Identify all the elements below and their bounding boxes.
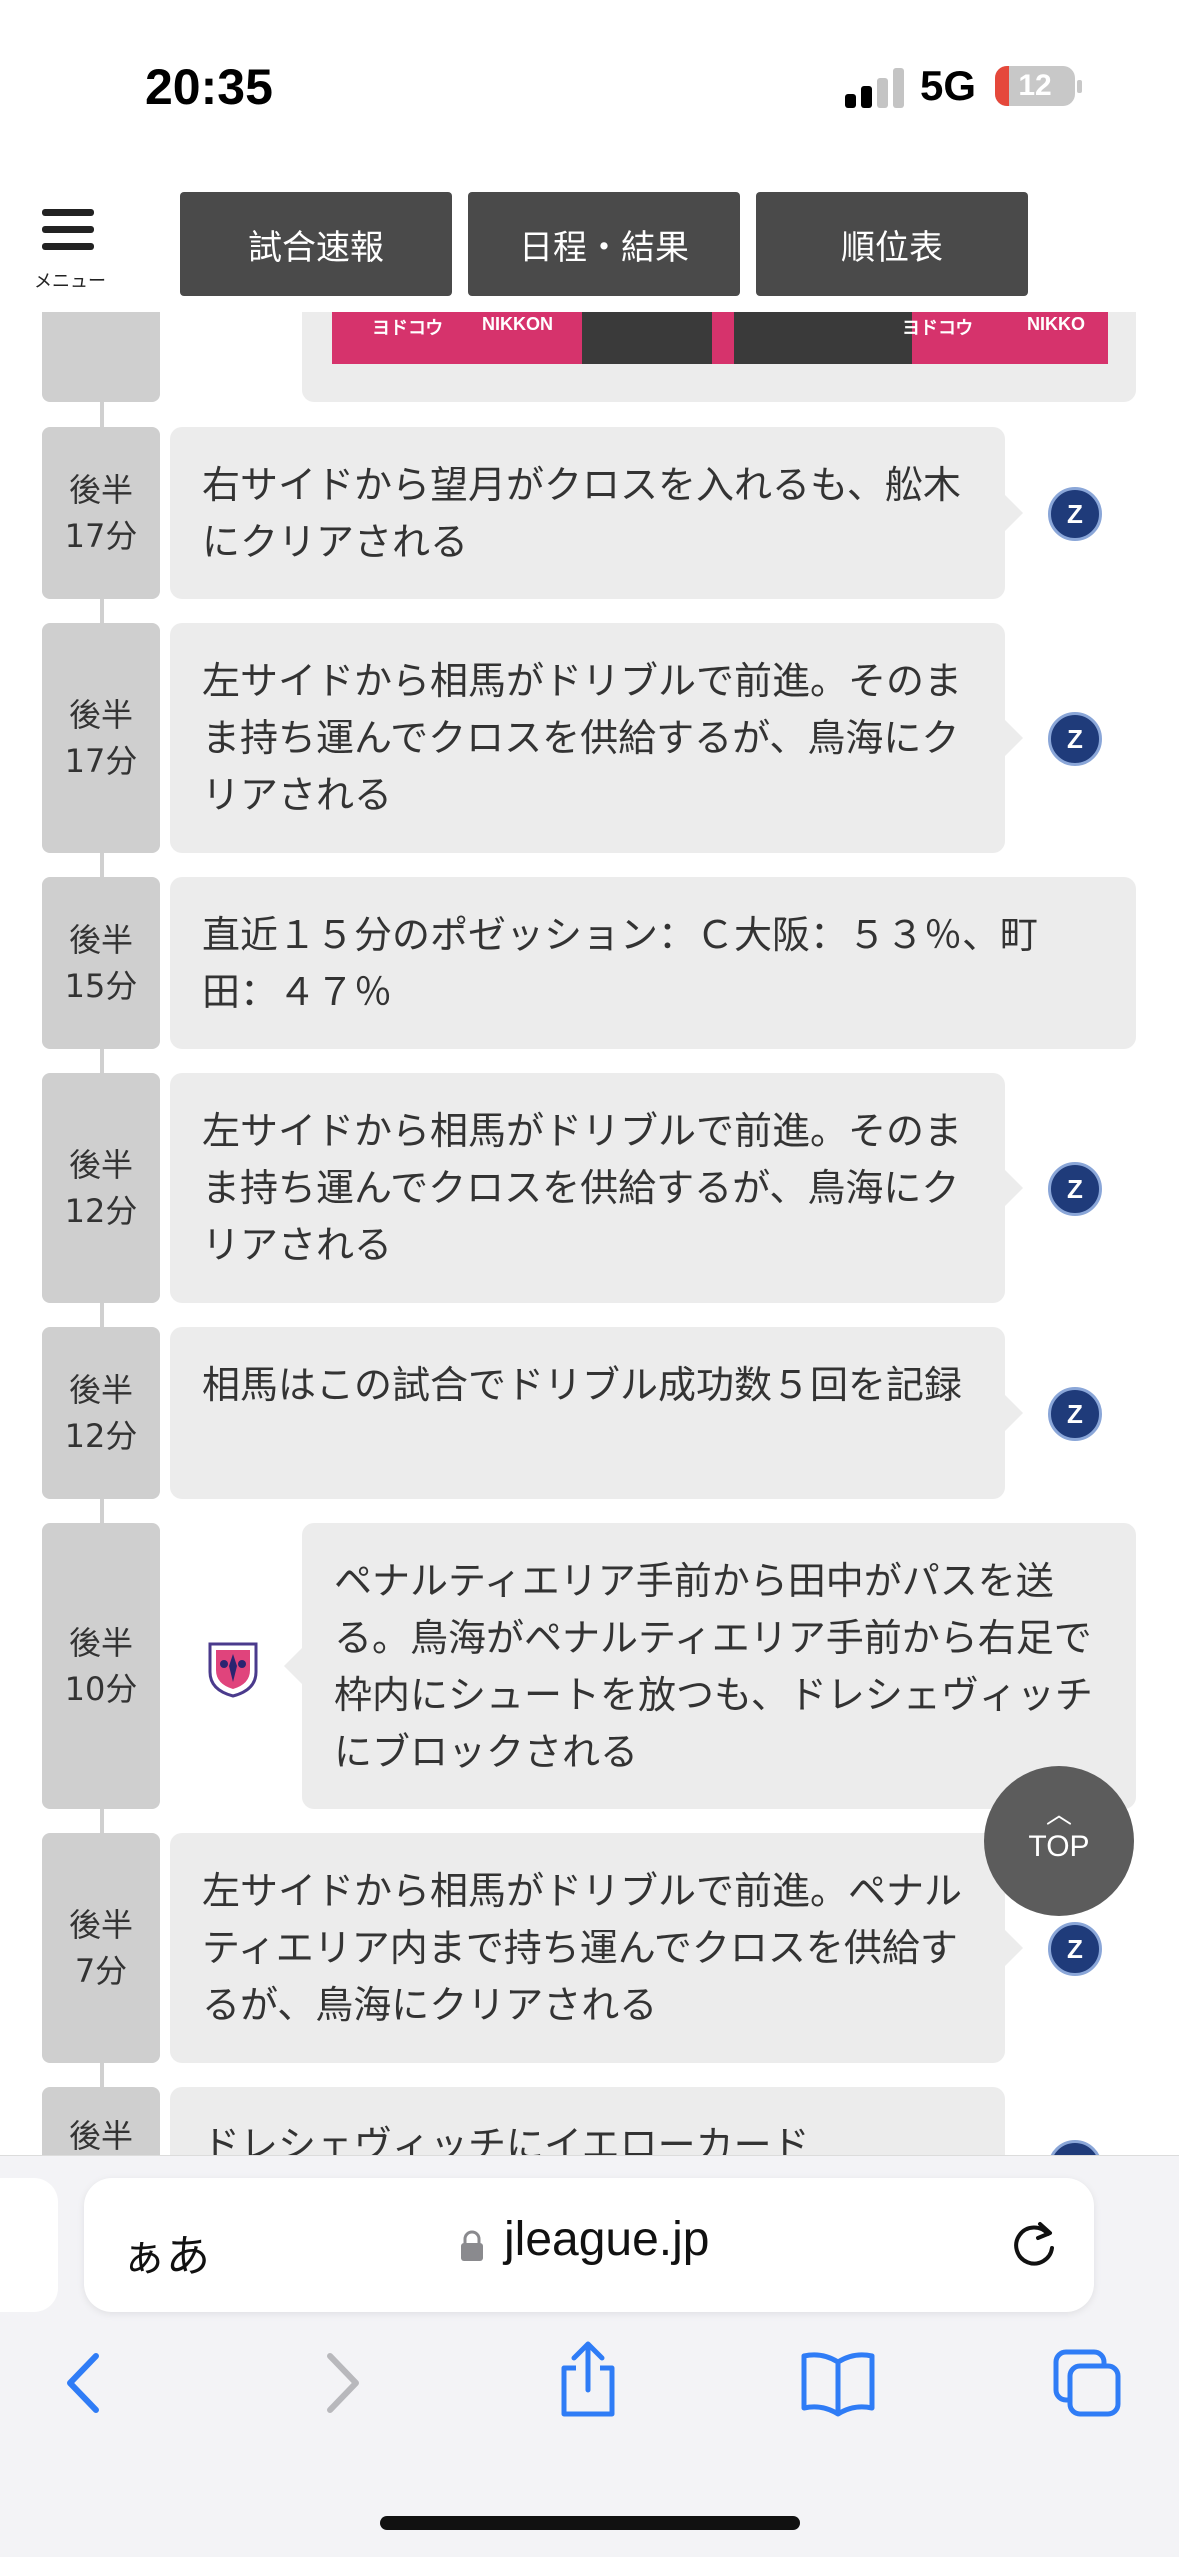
nav-live-button[interactable]: 試合速報 — [180, 192, 452, 296]
half-label: 後半 — [68, 1146, 133, 1184]
match-photo: ヨドコウ NIKKON ヨドコウ NIKKO — [332, 312, 1108, 364]
battery-icon: 12 — [995, 66, 1075, 106]
nav-standings-button[interactable]: 順位表 — [756, 192, 1028, 296]
machida-crest-icon: Z — [1048, 712, 1102, 766]
photo-sponsor-text: NIKKO — [1027, 314, 1085, 334]
machida-crest-icon: Z — [1048, 487, 1102, 541]
half-label: 後半 — [68, 471, 133, 509]
address-bar[interactable]: ぁあ jleague.jp — [84, 2178, 1094, 2312]
nav-schedule-button[interactable]: 日程・結果 — [468, 192, 740, 296]
event-bubble: ペナルティエリア手前から田中がパスを送る。鳥海がペナルティエリア手前から右足で枠… — [284, 1523, 1136, 1809]
signal-icon — [845, 68, 905, 108]
bookmarks-icon[interactable] — [800, 2348, 876, 2418]
battery-tip — [1077, 80, 1082, 93]
menu-label: メニュー — [34, 271, 106, 292]
reload-icon[interactable] — [1004, 2214, 1064, 2274]
minute-label: 17分 — [64, 517, 138, 555]
status-bar: 20:35 5G 12 — [0, 0, 1179, 170]
home-indicator — [380, 2516, 800, 2530]
menu-button[interactable]: メニュー — [30, 205, 110, 295]
cerezo-crest-icon — [208, 1642, 258, 1698]
minute-label: 7分 — [74, 1952, 128, 1990]
lock-icon — [461, 2230, 483, 2261]
event-bubble: 左サイドから相馬がドリブルで前進。ペナルティエリア内まで持ち運んでクロスを供給す… — [170, 1833, 1023, 2063]
minute-label: 15分 — [64, 967, 138, 1005]
network-type: 5G — [920, 62, 977, 109]
menu-icon-bar — [42, 243, 94, 250]
menu-icon — [42, 209, 94, 216]
machida-crest-icon: Z — [1048, 1922, 1102, 1976]
scroll-top-button[interactable]: ︿ TOP — [984, 1766, 1134, 1916]
minute-label: 17分 — [64, 742, 138, 780]
reader-options-button[interactable]: ぁあ — [122, 2220, 210, 2284]
share-icon[interactable] — [556, 2340, 620, 2420]
minute-label: 12分 — [64, 1192, 138, 1230]
event-bubble: 直近１５分のポゼッション：Ｃ大阪：５３％、町田：４７％ — [170, 877, 1136, 1049]
forward-icon[interactable] — [316, 2348, 366, 2418]
half-label: 後半 — [68, 1906, 133, 1944]
scroll-top-label: TOP — [1028, 1830, 1090, 1863]
event-bubble: 左サイドから相馬がドリブルで前進。そのまま持ち運んでクロスを供給するが、鳥海にク… — [170, 1073, 1023, 1303]
time-box: 後半 15分 — [42, 877, 160, 1049]
minute-label: 12分 — [64, 1417, 138, 1455]
chevron-up-icon: ︿ — [1045, 1800, 1072, 1830]
time-box: 後半 7分 — [42, 1833, 160, 2063]
url-text: jleague.jp — [504, 2213, 710, 2266]
half-label: 後半 — [68, 2117, 133, 2155]
minute-label: 10分 — [64, 1670, 138, 1708]
event-bubble: 右サイドから望月がクロスを入れるも、舩木にクリアされる — [170, 427, 1023, 599]
time-box: 後半 12分 — [42, 1327, 160, 1499]
machida-crest-icon: Z — [1048, 1387, 1102, 1441]
half-label: 後半 — [68, 921, 133, 959]
machida-crest-icon: Z — [1048, 1162, 1102, 1216]
previous-tab-stub[interactable] — [0, 2178, 58, 2312]
half-label: 後半 — [68, 696, 133, 734]
event-bubble: ドレシェヴィッチにイエローカード — [170, 2087, 1005, 2155]
half-label: 後半 — [68, 1624, 133, 1662]
back-icon[interactable] — [60, 2348, 110, 2418]
tabs-icon[interactable] — [1052, 2348, 1122, 2418]
photo-sponsor-text: NIKKON — [482, 314, 553, 334]
time-box: 後半 10分 — [42, 1523, 160, 1809]
time-box: 後半 17分 — [42, 427, 160, 599]
time-box: 後半 — [42, 2087, 160, 2155]
event-bubble: 左サイドから相馬がドリブルで前進。そのまま持ち運んでクロスを供給するが、鳥海にク… — [170, 623, 1023, 853]
time-box: 後半 12分 — [42, 1073, 160, 1303]
time-box — [42, 312, 160, 402]
machida-crest-icon: Z — [1048, 2140, 1102, 2155]
time-box: 後半 17分 — [42, 623, 160, 853]
event-bubble: 相馬はこの試合でドリブル成功数５回を記録 — [170, 1327, 1023, 1499]
battery-level: 12 — [1018, 69, 1052, 102]
half-label: 後半 — [68, 1371, 133, 1409]
status-time: 20:35 — [145, 59, 273, 115]
menu-icon-bar — [42, 226, 94, 233]
photo-sponsor-text: ヨドコウ — [902, 318, 974, 338]
photo-sponsor-text: ヨドコウ — [372, 318, 444, 338]
